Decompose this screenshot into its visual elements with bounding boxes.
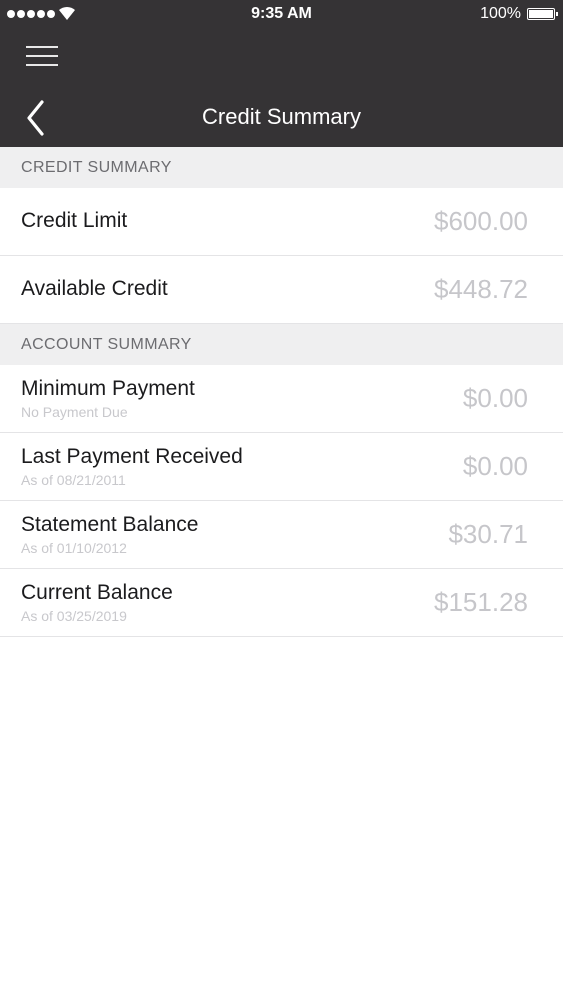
- row-value: $30.71: [448, 519, 528, 549]
- row-current-balance[interactable]: Current Balance As of 03/25/2019 $151.28: [0, 569, 563, 637]
- battery-icon: [527, 8, 558, 20]
- status-time: 9:35 AM: [251, 5, 312, 22]
- row-label: Available Credit: [21, 277, 168, 300]
- hamburger-icon[interactable]: [26, 44, 58, 68]
- row-value: $448.72: [434, 274, 528, 304]
- section-header-credit-summary: CREDIT SUMMARY: [0, 147, 563, 188]
- row-label: Last Payment Received: [21, 445, 243, 468]
- top-bar: 9:35 AM 100% Credit Summary: [0, 0, 563, 147]
- row-label: Statement Balance: [21, 513, 199, 536]
- row-value: $0.00: [462, 383, 528, 413]
- row-available-credit[interactable]: Available Credit $448.72: [0, 256, 563, 324]
- row-credit-limit[interactable]: Credit Limit $600.00: [0, 188, 563, 256]
- row-sublabel: No Payment Due: [21, 404, 128, 420]
- row-value: $0.00: [462, 451, 528, 481]
- row-value: $600.00: [434, 206, 528, 236]
- battery-percentage: 100%: [480, 5, 521, 22]
- row-sublabel: As of 08/21/2011: [21, 472, 126, 488]
- row-minimum-payment[interactable]: Minimum Payment No Payment Due $0.00: [0, 365, 563, 433]
- row-label: Credit Limit: [21, 209, 128, 232]
- row-last-payment-received[interactable]: Last Payment Received As of 08/21/2011 $…: [0, 433, 563, 501]
- row-label: Current Balance: [21, 581, 173, 604]
- row-sublabel: As of 01/10/2012: [21, 540, 127, 556]
- row-statement-balance[interactable]: Statement Balance As of 01/10/2012 $30.7…: [0, 501, 563, 569]
- row-sublabel: As of 03/25/2019: [21, 608, 127, 624]
- row-value: $151.28: [434, 587, 528, 617]
- page-title: Credit Summary: [202, 104, 361, 129]
- section-header-account-summary: ACCOUNT SUMMARY: [0, 324, 563, 365]
- status-bar: 9:35 AM 100%: [0, 0, 563, 28]
- row-label: Minimum Payment: [21, 377, 195, 400]
